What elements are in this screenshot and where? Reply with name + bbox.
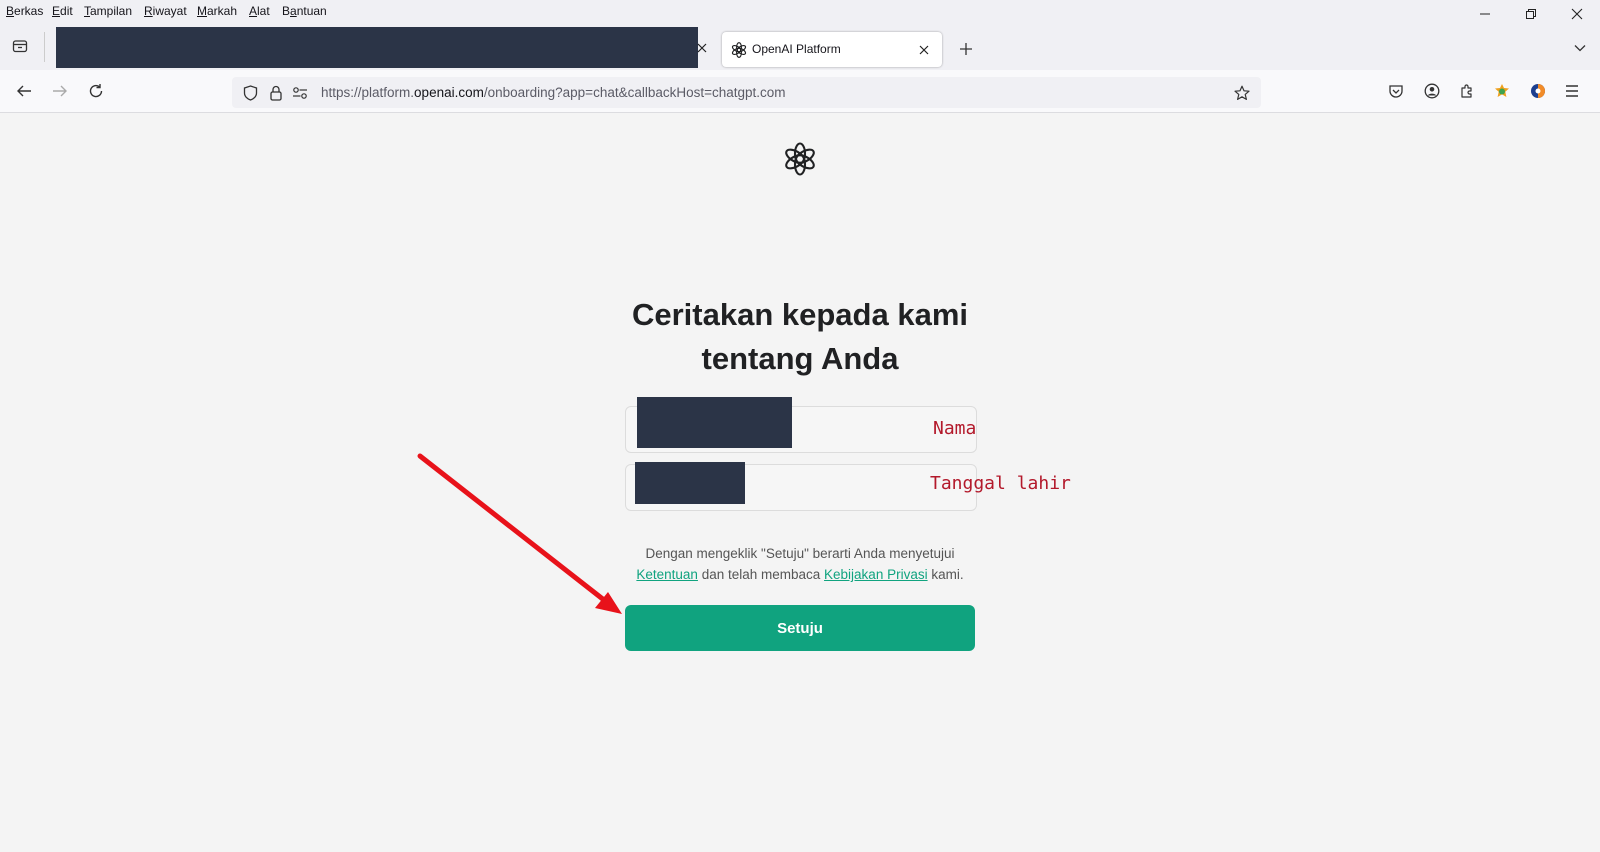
- new-tab-button[interactable]: [952, 35, 980, 63]
- addon-icon: [1495, 84, 1509, 97]
- close-icon: [697, 43, 707, 53]
- menu-bar: Berkas Edit Tampilan Riwayat Markah Alat…: [0, 0, 1600, 22]
- tab-openai-platform[interactable]: OpenAI Platform: [722, 32, 942, 67]
- app-button[interactable]: [1524, 77, 1552, 105]
- restore-icon: [1526, 9, 1536, 19]
- addon-button[interactable]: [1488, 77, 1516, 105]
- reload-icon: [89, 84, 103, 98]
- account-button[interactable]: [1418, 77, 1446, 105]
- url-bar[interactable]: https://platform.openai.com/onboarding?a…: [232, 77, 1261, 108]
- menu-riwayat[interactable]: Riwayat: [144, 4, 187, 18]
- forward-button[interactable]: [46, 77, 74, 105]
- birthdate-label: Tanggal lahir: [930, 473, 1071, 494]
- extensions-button[interactable]: [1453, 77, 1481, 105]
- lock-icon: [270, 85, 282, 101]
- account-icon: [1424, 83, 1440, 99]
- tab-close-button[interactable]: [910, 36, 938, 64]
- list-all-tabs-button[interactable]: [1566, 34, 1594, 62]
- close-icon: [919, 45, 929, 55]
- redacted-tab-close-button[interactable]: [688, 34, 716, 62]
- permissions-icon: [293, 87, 307, 99]
- window-close-icon: [1571, 8, 1583, 20]
- tab-separator: [44, 32, 45, 62]
- app-menu-button[interactable]: [1558, 77, 1586, 105]
- tab-title: OpenAI Platform: [752, 42, 841, 56]
- page-title: Ceritakan kepada kami tentang Anda: [631, 297, 968, 376]
- minimize-icon: [1480, 13, 1490, 15]
- tracking-protection-button[interactable]: [236, 79, 264, 107]
- tab-strip: OpenAI Platform: [0, 22, 1600, 70]
- reload-button[interactable]: [82, 77, 110, 105]
- terms-link[interactable]: Ketentuan: [636, 567, 698, 582]
- navigation-bar: https://platform.openai.com/onboarding?a…: [0, 70, 1600, 113]
- chevron-down-icon: [1574, 45, 1586, 52]
- plus-icon: [960, 43, 972, 55]
- privacy-policy-link[interactable]: Kebijakan Privasi: [824, 567, 928, 582]
- name-label: Nama: [933, 418, 977, 439]
- redacted-tab[interactable]: [56, 27, 698, 68]
- menu-edit[interactable]: Edit: [52, 4, 73, 18]
- birthdate-redaction: [635, 462, 745, 504]
- pocket-button[interactable]: [1382, 77, 1410, 105]
- tab-overview-icon: [12, 40, 28, 53]
- forward-arrow-icon: [53, 85, 67, 97]
- name-redaction: [637, 397, 792, 448]
- agree-button[interactable]: Setuju: [625, 605, 975, 651]
- back-button[interactable]: [10, 77, 38, 105]
- pocket-icon: [1389, 85, 1403, 98]
- menu-bantuan[interactable]: Bantuan: [282, 4, 327, 18]
- back-arrow-icon: [17, 85, 31, 97]
- app-icon: [1531, 84, 1545, 98]
- star-icon: [1234, 85, 1250, 100]
- consent-text: Dengan mengeklik "Setuju" berarti Anda m…: [636, 546, 964, 582]
- menu-markah[interactable]: Markah: [197, 4, 237, 18]
- menu-tampilan[interactable]: Tampilan: [84, 4, 132, 18]
- permissions-button[interactable]: [286, 79, 314, 107]
- page-content: Ceritakan kepada kami tentang Anda Nama …: [0, 113, 1600, 852]
- extensions-icon: [1461, 84, 1472, 98]
- openai-favicon-icon: [731, 42, 747, 58]
- openai-logo-icon: [785, 142, 815, 176]
- menu-berkas[interactable]: Berkas: [6, 4, 43, 18]
- bookmark-star-button[interactable]: [1228, 79, 1256, 107]
- shield-icon: [243, 85, 257, 101]
- menu-alat[interactable]: Alat: [249, 4, 270, 18]
- url-text[interactable]: https://platform.openai.com/onboarding?a…: [321, 85, 786, 100]
- tab-overview-button[interactable]: [6, 32, 34, 60]
- hamburger-menu-icon: [1566, 85, 1578, 97]
